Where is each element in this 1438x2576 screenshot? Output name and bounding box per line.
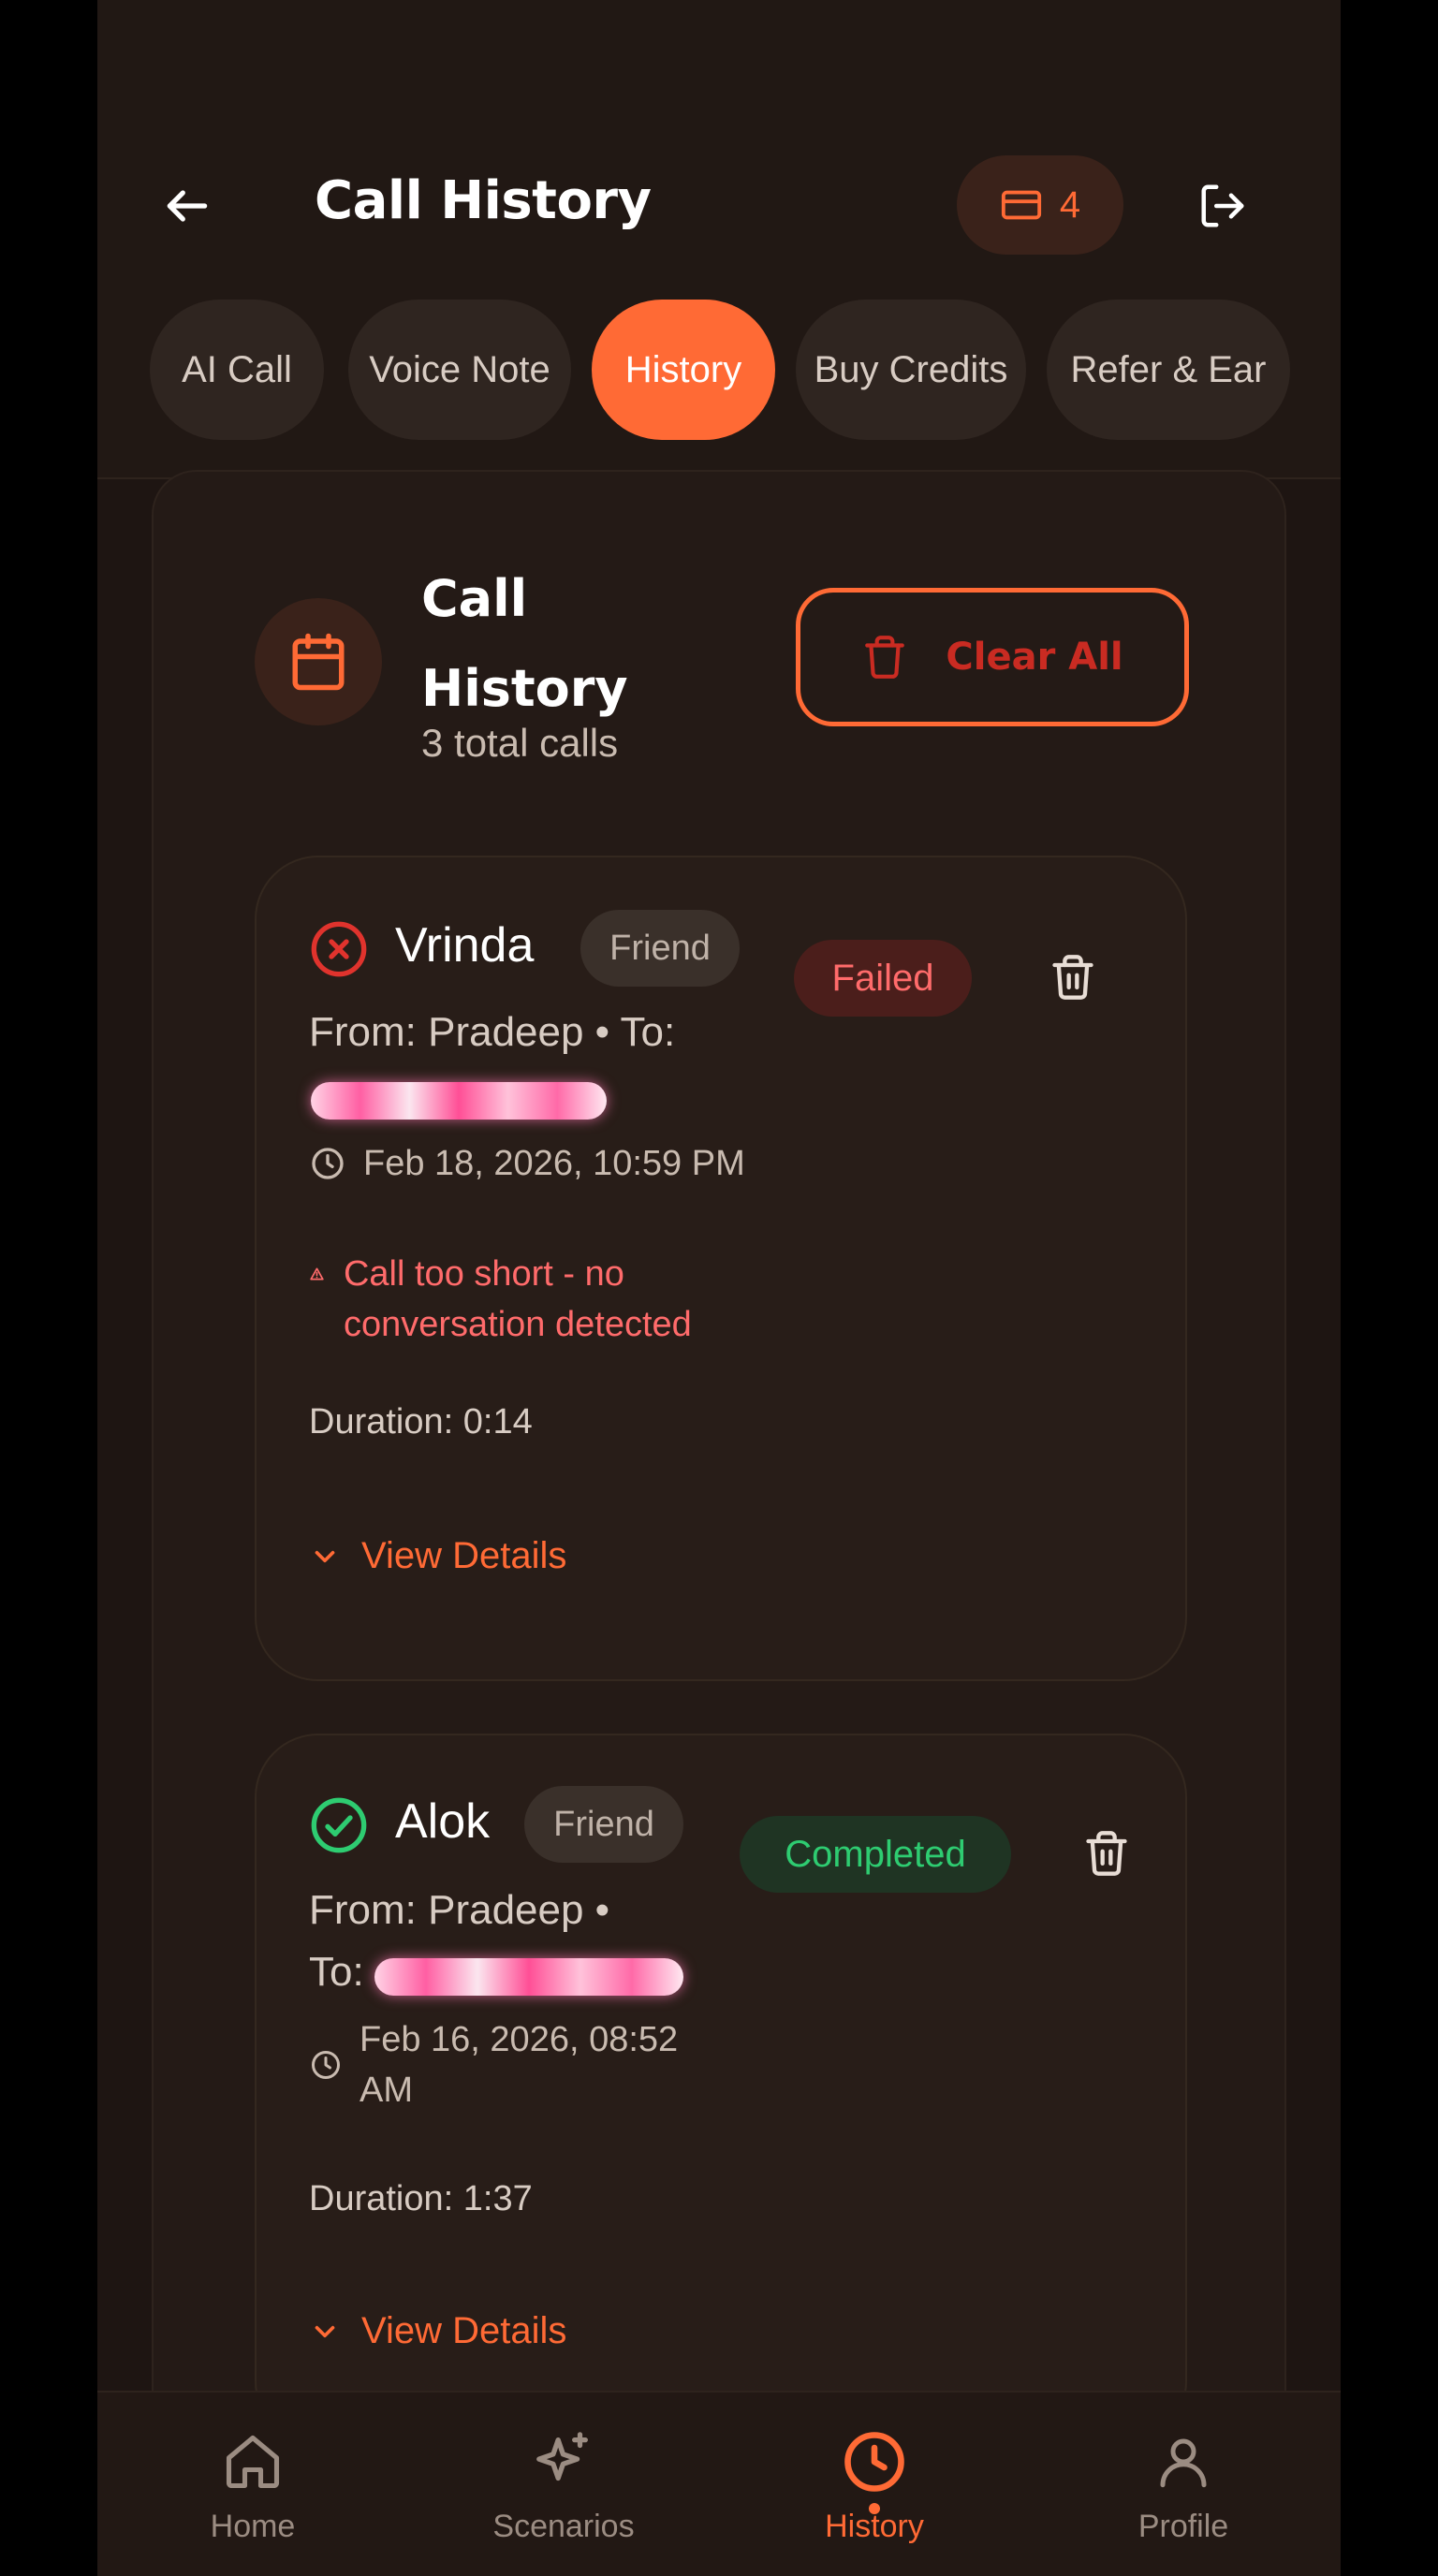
back-button[interactable] [150, 172, 225, 240]
tab-bar: AI Call Voice Note History Buy Credits R… [150, 300, 1318, 440]
timestamp: Feb 16, 2026, 08:52 AM [360, 2020, 679, 2110]
relation-badge: Friend [580, 910, 740, 987]
contact-name: Alok [395, 1794, 491, 1849]
section-title: Call History [421, 569, 628, 718]
active-indicator-dot [869, 2503, 880, 2514]
trash-icon [1086, 1831, 1127, 1876]
nav-history[interactable]: History [781, 2393, 968, 2576]
failed-x-icon [311, 921, 367, 977]
clear-all-button[interactable]: Clear All [796, 588, 1189, 726]
trash-icon [1052, 955, 1093, 1000]
tab-ai-call[interactable]: AI Call [150, 300, 324, 440]
duration: Duration: 0:14 [309, 1402, 533, 1442]
from-to-line: From: Pradeep • To: [309, 1009, 676, 1055]
top-header: Call History 4 AI Call Voice Note Histor… [97, 0, 1341, 479]
nav-home-label: Home [210, 2509, 296, 2544]
warning-icon [310, 1267, 324, 1281]
sparkles-icon [536, 2432, 588, 2481]
clock-icon [312, 1148, 344, 1179]
status-badge: Failed [794, 940, 972, 1017]
nav-scenarios-label: Scenarios [492, 2509, 635, 2544]
clear-all-label: Clear All [946, 636, 1123, 679]
timestamp: Feb 18, 2026, 10:59 PM [363, 1144, 745, 1183]
total-calls-count: 3 total calls [421, 721, 619, 765]
logout-icon [1201, 184, 1244, 227]
view-details-button[interactable]: View Details [309, 2310, 566, 2352]
redacted-number [311, 1082, 607, 1120]
tab-history[interactable]: History [592, 300, 775, 440]
credit-card-icon [1001, 190, 1041, 220]
warning-text: Call too short - no conversation detecte… [343, 1254, 692, 1344]
user-icon [1160, 2438, 1207, 2488]
tab-refer-earn[interactable]: Refer & Ear [1047, 300, 1290, 440]
nav-profile[interactable]: Profile [1090, 2393, 1277, 2576]
arrow-left-icon [167, 190, 208, 222]
nav-home[interactable]: Home [159, 2393, 346, 2576]
from-line: From: Pradeep • [309, 1887, 610, 1933]
view-details-label: View Details [361, 1535, 567, 1576]
contact-name: Vrinda [395, 918, 535, 973]
to-label: To: [309, 1949, 364, 1995]
tab-voice-note[interactable]: Voice Note [348, 300, 571, 440]
view-details-label: View Details [361, 2310, 567, 2351]
call-card: Alok Friend Completed From: Pradeep • To… [255, 1734, 1187, 2445]
logout-button[interactable] [1189, 172, 1256, 240]
app-frame: Call History 4 AI Call Voice Note Histor… [97, 0, 1341, 2576]
delete-call-button[interactable] [1077, 1823, 1137, 1883]
calendar-badge [255, 598, 382, 725]
nav-scenarios[interactable]: Scenarios [470, 2393, 657, 2576]
status-badge: Completed [740, 1816, 1011, 1893]
clock-icon [312, 2051, 340, 2079]
main-content: Call History 3 total calls Clear All Vri… [150, 470, 1288, 2445]
relation-badge: Friend [524, 1786, 683, 1863]
redacted-number [374, 1958, 683, 1996]
home-icon [226, 2435, 280, 2489]
page-title: Call History [315, 170, 652, 231]
credits-count: 4 [1059, 183, 1081, 226]
duration: Duration: 1:37 [309, 2179, 533, 2218]
trash-icon [865, 636, 905, 679]
chevron-down-icon [315, 1550, 335, 1562]
tab-buy-credits[interactable]: Buy Credits [796, 300, 1026, 440]
clock-icon [844, 2432, 904, 2492]
delete-call-button[interactable] [1043, 947, 1103, 1007]
calendar-icon [292, 633, 345, 691]
chevron-down-icon [315, 2325, 335, 2337]
timestamp-row: Feb 18, 2026, 10:59 PM [309, 1138, 745, 1189]
credits-button[interactable]: 4 [957, 155, 1123, 255]
check-circle-icon [311, 1797, 367, 1853]
bottom-nav: Home Scenarios History Profile [97, 2391, 1341, 2576]
nav-profile-label: Profile [1137, 2509, 1229, 2544]
timestamp-row: Feb 16, 2026, 08:52 AM [309, 2014, 678, 2115]
warning-row: Call too short - no conversation detecte… [309, 1249, 796, 1350]
call-card: Vrinda Friend Failed From: Pradeep • To:… [255, 856, 1187, 1681]
view-details-button[interactable]: View Details [309, 1535, 566, 1577]
